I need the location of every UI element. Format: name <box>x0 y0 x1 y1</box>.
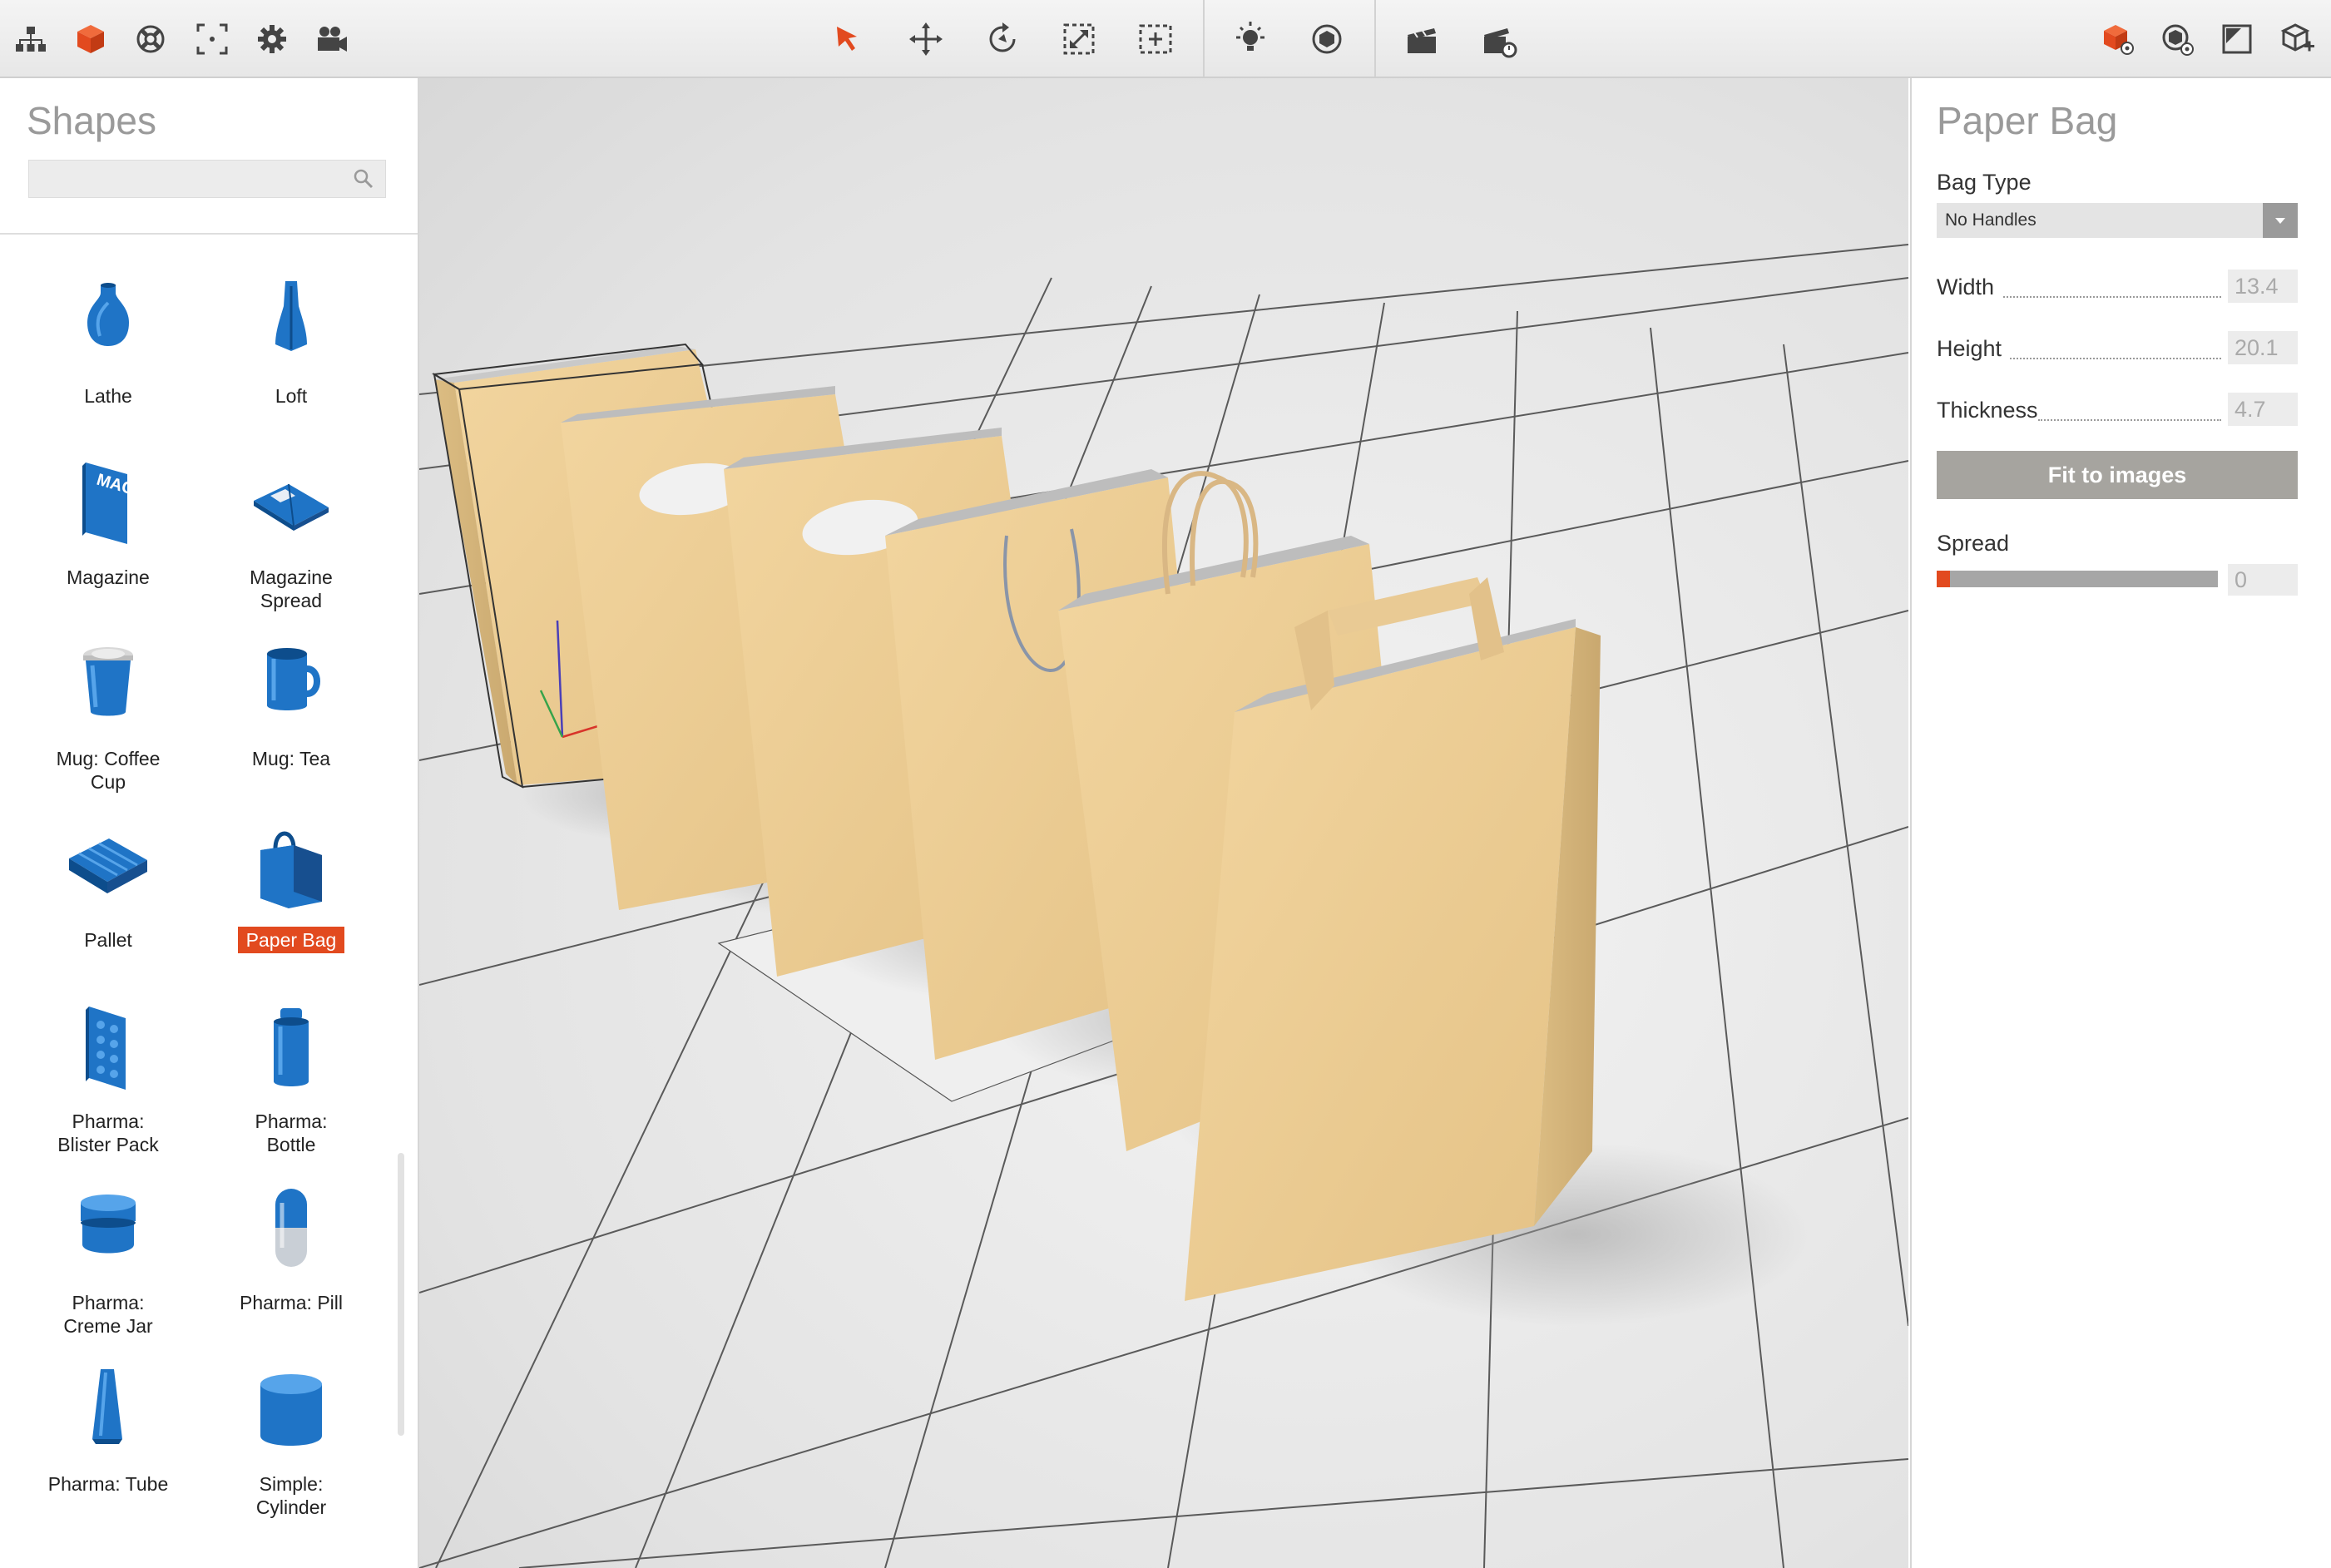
cube-icon[interactable] <box>67 15 115 63</box>
shape-label: Pharma: Bottle <box>255 1110 328 1155</box>
width-field[interactable]: 13.4 <box>2228 270 2298 303</box>
gear-icon[interactable] <box>248 15 296 63</box>
pharma-bottle-icon <box>245 1003 337 1095</box>
bag-type-label: Bag Type <box>1937 170 2032 195</box>
selected-shape-label: Paper Bag <box>237 927 345 953</box>
shape-item-mug-tea[interactable]: Mug: Tea <box>200 641 383 815</box>
properties-title: Paper Bag <box>1937 99 2118 142</box>
creme-jar-icon <box>62 1185 154 1276</box>
shape-label: Pharma: Blister Pack <box>57 1110 159 1155</box>
pallet-icon <box>62 822 154 913</box>
search-icon[interactable] <box>352 167 375 190</box>
shape-label: Pharma: Creme Jar <box>63 1292 153 1337</box>
shapes-panel: Shapes Lathe Loft MAG Magazine Magazine … <box>0 78 419 1568</box>
magazine-spread-icon <box>245 459 337 551</box>
width-label: Width <box>1937 275 1995 299</box>
hierarchy-icon[interactable] <box>7 15 55 63</box>
shape-item-lathe[interactable]: Lathe <box>17 278 200 453</box>
blister-pack-icon <box>62 1003 154 1095</box>
shape-label: Pallet <box>84 929 132 951</box>
thickness-field[interactable]: 4.7 <box>2228 393 2298 426</box>
shape-item-simple-cylinder[interactable]: Simple: Cylinder <box>200 1366 383 1541</box>
select-arrow-icon[interactable] <box>824 15 872 63</box>
spread-field[interactable]: 0 <box>2228 564 2298 596</box>
loft-bottle-icon <box>245 278 337 369</box>
3d-viewport[interactable] <box>419 78 1908 1568</box>
shape-label: Magazine <box>67 566 150 588</box>
shape-label: Lathe <box>84 385 132 407</box>
shape-item-magazine[interactable]: MAG Magazine <box>17 459 200 634</box>
rotate-icon[interactable] <box>978 15 1027 63</box>
shape-item-magazine-spread[interactable]: Magazine Spread <box>200 459 383 634</box>
object-settings-icon[interactable] <box>2093 15 2141 63</box>
height-label: Height <box>1937 336 2002 361</box>
add-shape-icon[interactable] <box>2273 15 2321 63</box>
bag-type-value: No Handles <box>1945 210 2037 230</box>
frame-selection-icon[interactable] <box>1131 15 1180 63</box>
pill-icon <box>245 1185 337 1276</box>
divider <box>0 233 418 235</box>
leader-dots <box>2003 296 2221 298</box>
shape-label: Mug: Coffee Cup <box>56 748 161 793</box>
bag-type-dropdown[interactable]: No Handles <box>1937 203 2298 238</box>
environment-icon[interactable] <box>1303 15 1351 63</box>
cylinder-icon <box>245 1366 337 1457</box>
tube-icon <box>62 1366 154 1457</box>
shape-item-pallet[interactable]: Pallet <box>17 822 200 997</box>
vase-icon <box>62 278 154 369</box>
shape-item-pharma-bottle[interactable]: Pharma: Bottle <box>200 1003 383 1178</box>
shapes-scrollbar[interactable] <box>398 1153 404 1436</box>
lifebuoy-icon[interactable] <box>126 15 175 63</box>
shape-label: Paper Bag <box>200 927 383 953</box>
coffee-cup-icon <box>62 641 154 732</box>
shape-label: Loft <box>275 385 308 407</box>
leader-dots <box>2010 358 2221 359</box>
shape-item-pharma-tube[interactable]: Pharma: Tube <box>17 1366 200 1541</box>
move-icon[interactable] <box>902 15 950 63</box>
shape-item-pharma-creme-jar[interactable]: Pharma: Creme Jar <box>17 1185 200 1359</box>
leader-dots <box>2038 419 2221 421</box>
height-field[interactable]: 20.1 <box>2228 331 2298 364</box>
shape-item-loft[interactable]: Loft <box>200 278 383 453</box>
scale-icon[interactable] <box>1055 15 1103 63</box>
paper-bag-icon <box>245 822 337 913</box>
shape-item-pharma-blister-pack[interactable]: Pharma: Blister Pack <box>17 1003 200 1178</box>
shape-item-pharma-pill[interactable]: Pharma: Pill <box>200 1185 383 1359</box>
magazine-icon: MAG <box>62 459 154 551</box>
clapperboard-icon[interactable] <box>1398 15 1446 63</box>
shapes-search-input[interactable] <box>28 160 386 198</box>
render-clapperboard-icon[interactable] <box>1474 15 1522 63</box>
focus-frame-icon[interactable] <box>188 15 236 63</box>
fit-to-images-button[interactable]: Fit to images <box>1937 451 2298 499</box>
shape-item-paper-bag[interactable]: Paper Bag <box>200 822 383 997</box>
chevron-down-icon[interactable] <box>2263 203 2298 238</box>
image-panel-icon[interactable] <box>2213 15 2261 63</box>
properties-panel: Paper Bag Bag Type No Handles Width 13.4… <box>1910 78 2331 1568</box>
shapes-panel-title: Shapes <box>27 99 157 142</box>
shape-label: Pharma: Tube <box>47 1473 169 1495</box>
scene-render <box>419 244 1908 1568</box>
camera-icon[interactable] <box>308 15 356 63</box>
spread-slider[interactable] <box>1937 571 2218 587</box>
shape-label: Simple: Cylinder <box>255 1473 327 1518</box>
spread-slider-handle[interactable] <box>1937 571 1950 587</box>
shape-label: Mug: Tea <box>251 748 331 769</box>
spread-label: Spread <box>1937 531 2010 556</box>
shape-label: Pharma: Pill <box>240 1292 343 1313</box>
light-icon[interactable] <box>1226 15 1274 63</box>
shape-label: Magazine Spread <box>250 566 333 611</box>
tea-mug-icon <box>245 641 337 732</box>
shape-item-mug-coffee-cup[interactable]: Mug: Coffee Cup <box>17 641 200 815</box>
thickness-label: Thickness <box>1937 398 2038 423</box>
main-toolbar <box>0 0 2331 78</box>
scene-settings-icon[interactable] <box>2153 15 2201 63</box>
